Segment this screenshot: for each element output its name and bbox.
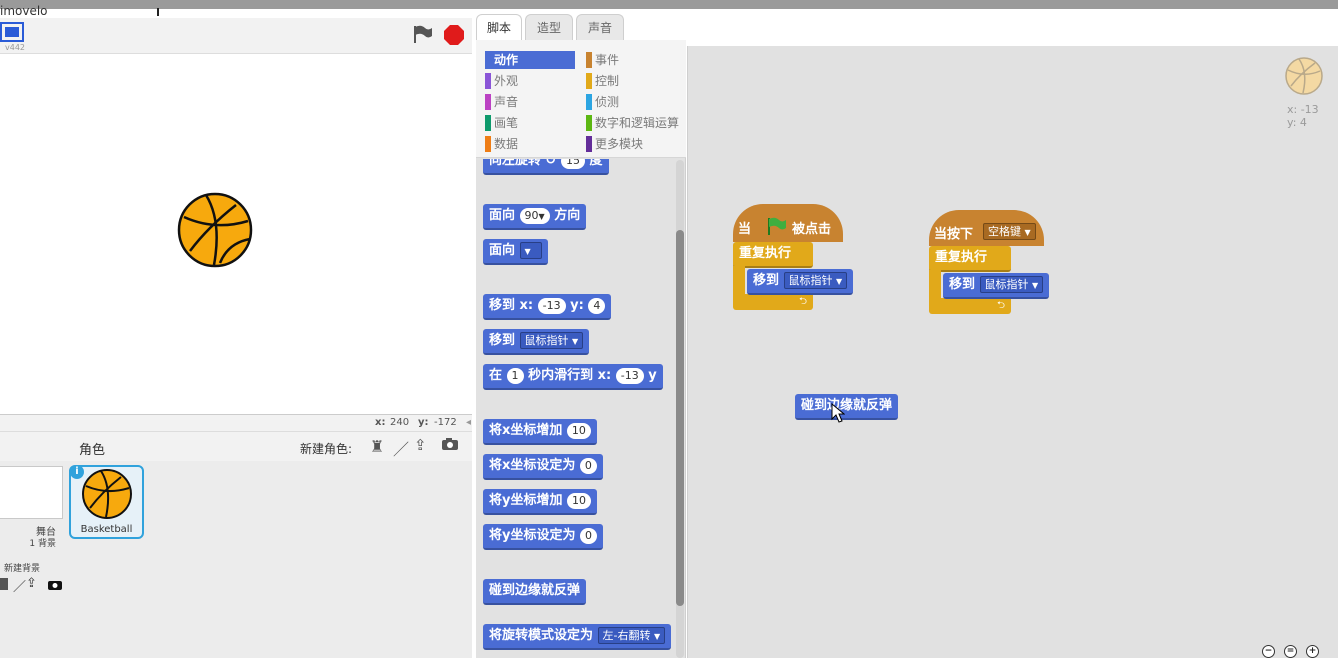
y-value: -172 [434, 417, 457, 428]
basketball-sprite[interactable] [176, 191, 254, 269]
stop-button[interactable] [443, 24, 465, 46]
forever-1-foot: ⮌ [733, 294, 813, 310]
category-looks[interactable]: 外观 [485, 72, 575, 90]
zoom-in-icon[interactable]: + [1306, 645, 1319, 658]
tab-sounds[interactable]: 声音 [576, 14, 624, 40]
x-value: 240 [390, 417, 410, 428]
category-control[interactable]: 控制 [586, 72, 681, 90]
stage-canvas[interactable] [0, 54, 472, 415]
paint-backdrop-icon[interactable]: ／ [13, 576, 26, 595]
block-point-in-direction[interactable]: 面向 90▼ 方向 [483, 204, 587, 230]
upload-backdrop-icon[interactable]: ⇪ [26, 576, 37, 591]
basketball-thumbnail [82, 469, 132, 519]
collapse-arrow-icon[interactable]: ◂ [466, 417, 471, 428]
sprites-pane-header: 角色 新建角色: ♜ ／ ⇪ [0, 431, 472, 461]
sprite-name: Basketball [80, 524, 133, 535]
when-key-label: 当按下 [934, 227, 974, 242]
camera-backdrop-icon[interactable] [47, 579, 63, 594]
mouse-coordinates-bar: x: 240 y: -172 ◂ [0, 415, 472, 431]
block-forever-1[interactable]: 重复执行 [733, 242, 813, 268]
block-point-towards[interactable]: 面向 ▼ [483, 239, 548, 265]
sprite-card-basketball[interactable]: i Basketball [69, 465, 144, 539]
category-events[interactable]: 事件 [586, 51, 681, 69]
stage-thumbnail[interactable] [0, 466, 63, 519]
script-area[interactable] [687, 46, 1338, 658]
x-label: x: [375, 417, 386, 428]
tab-costumes[interactable]: 造型 [525, 14, 573, 40]
clicked-label: 被点击 [792, 222, 832, 237]
camera-icon[interactable] [441, 437, 459, 454]
block-set-x[interactable]: 将x坐标设定为 0 [483, 454, 603, 480]
text-cursor [157, 8, 159, 16]
block-set-y[interactable]: 将y坐标设定为 0 [483, 524, 604, 550]
flag-icon [414, 25, 432, 43]
forever-2-foot: ⮌ [929, 298, 1011, 314]
tab-scripts[interactable]: 脚本 [476, 14, 522, 40]
block-turn-left[interactable]: 向左旋转 ↺ 15 度 [483, 159, 609, 175]
zoom-reset-icon[interactable]: = [1284, 645, 1297, 658]
block-goto-target[interactable]: 移到 鼠标指针 ▼ [483, 329, 590, 355]
block-forever-2[interactable]: 重复执行 [929, 246, 1011, 272]
category-sound[interactable]: 声音 [485, 93, 575, 111]
palette-scrollbar-thumb[interactable] [676, 230, 684, 606]
when-label: 当 [738, 222, 752, 237]
block-set-rotation-style[interactable]: 将旋转模式设定为 左-右翻转 ▼ [483, 624, 672, 650]
palette-blocks: 向左旋转 ↺ 15 度 面向 90▼ 方向 面向 ▼ 移到 x: -13 y: … [476, 159, 676, 658]
paint-brush-icon[interactable]: ／ [393, 436, 409, 460]
sprite-x-readout: x: -13 [1287, 103, 1319, 116]
category-operators[interactable]: 数字和逻辑运算 [586, 114, 686, 132]
category-data[interactable]: 数据 [485, 135, 575, 153]
block-goto-xy[interactable]: 移到 x: -13 y: 4 [483, 294, 612, 320]
loop-arrow-icon: ⮌ [799, 296, 808, 307]
mouse-cursor-icon [831, 403, 845, 423]
block-bounce-on-edge[interactable]: 碰到边缘就反弹 [483, 579, 587, 605]
category-motion[interactable]: 动作 [485, 51, 575, 69]
top-menu-bar [0, 0, 1338, 9]
block-bounce-loose[interactable]: 碰到边缘就反弹 [795, 394, 899, 420]
green-flag-icon [768, 217, 786, 235]
zoom-controls: − = + [1258, 644, 1338, 658]
stage-backdrop-count: 1 背景 [29, 539, 56, 549]
current-sprite-icon [1285, 57, 1323, 95]
green-flag-button[interactable] [411, 24, 433, 44]
block-change-x[interactable]: 将x坐标增加 10 [483, 419, 597, 445]
backdrop-tools: ／ ⇪ [0, 576, 66, 595]
upload-icon[interactable]: ⇪ [414, 436, 427, 454]
fullscreen-icon [0, 22, 24, 42]
key-dropdown[interactable]: 空格键 ▼ [983, 223, 1036, 240]
block-change-y[interactable]: 将y坐标增加 10 [483, 489, 598, 515]
hat-when-key-pressed[interactable]: 当按下 空格键 ▼ [929, 210, 1044, 246]
new-sprite-label: 新建角色: [300, 442, 353, 456]
sprite-y-readout: y: 4 [1287, 116, 1307, 129]
version-label: v442 [5, 43, 26, 52]
stage-header [0, 18, 472, 54]
loop-arrow-icon: ⮌ [997, 300, 1006, 311]
backdrop-library-icon[interactable] [0, 578, 8, 590]
sprites-title: 角色 [79, 443, 106, 458]
stop-icon [444, 25, 464, 45]
fullscreen-button[interactable] [0, 22, 24, 42]
y-label: y: [418, 417, 429, 428]
block-glide[interactable]: 在 1 秒内滑行到 x: -13 y [483, 364, 663, 390]
block-goto-mouse-1[interactable]: 移到 鼠标指针 ▼ [747, 269, 854, 295]
category-more-blocks[interactable]: 更多模块 [586, 135, 681, 153]
category-selector: 动作 事件 外观 控制 声音 侦测 画笔 数字和逻辑运算 数据 更多模块 [476, 40, 686, 158]
hat-when-flag-clicked[interactable]: 当 被点击 [733, 204, 843, 242]
new-backdrop-label: 新建背景 [3, 564, 40, 574]
zoom-out-icon[interactable]: − [1262, 645, 1275, 658]
project-title-fragment: imovelo [0, 4, 48, 18]
sprite-library-icon[interactable]: ♜ [370, 437, 384, 456]
block-goto-mouse-2[interactable]: 移到 鼠标指针 ▼ [943, 273, 1050, 299]
category-sensing[interactable]: 侦测 [586, 93, 681, 111]
category-pen[interactable]: 画笔 [485, 114, 575, 132]
